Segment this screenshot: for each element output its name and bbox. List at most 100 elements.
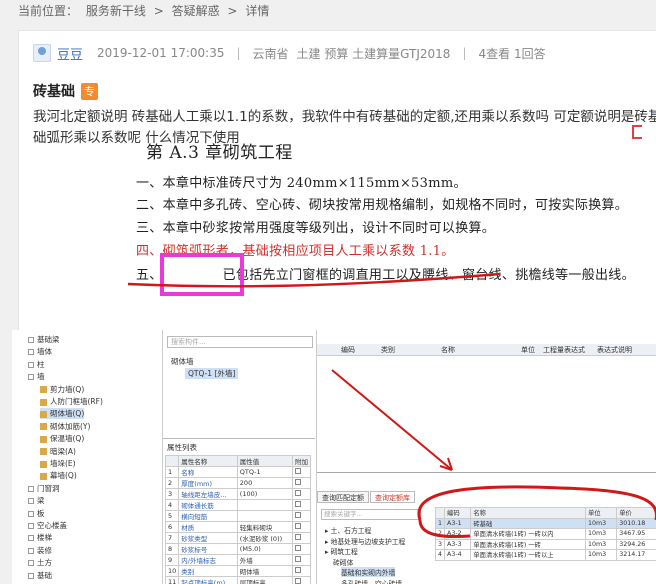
checkbox[interactable] [295, 578, 301, 584]
avatar[interactable] [33, 44, 51, 62]
property-value[interactable]: (水泥砂浆 (0)) [236, 532, 294, 544]
checkbox[interactable] [295, 468, 301, 474]
username-link[interactable]: 豆豆 [57, 44, 83, 63]
property-row[interactable]: 6 材质 轻集料砌块 [164, 521, 311, 533]
quota-row[interactable]: 4 A3-4 单面清水砖墙(1砖) 一砖以上 10m3 3214.17 [434, 549, 656, 561]
property-extra[interactable] [292, 477, 311, 489]
checkbox[interactable] [295, 523, 301, 529]
tree-item[interactable]: 人防门框墙(RF) [40, 396, 103, 407]
tree-item[interactable]: 砌体墙(Q) [40, 408, 85, 420]
tree-item[interactable]: 土方 [28, 557, 52, 568]
checkbox[interactable] [295, 512, 301, 518]
tree-item[interactable]: 墙体 [28, 346, 52, 357]
property-value[interactable]: 层顶标高 [236, 576, 294, 584]
row-index: 4 [164, 499, 180, 511]
quota-tree-item[interactable]: ▸ 砌筑工程 [325, 546, 358, 556]
property-row[interactable]: 3 轴线距左墙皮... (100) [164, 488, 311, 500]
property-row[interactable]: 7 砂浆类型 (水泥砂浆 (0)) [164, 532, 311, 544]
quota-row[interactable]: 2 A3-2 单面清水砖墙(1砖) 一砖以内 10m3 3467.95 [434, 528, 656, 540]
component-item[interactable]: QTQ-1 [外墙] [185, 368, 239, 379]
tree-item[interactable]: 暗梁(A) [40, 446, 76, 457]
tree-item[interactable]: 剪力墙(Q) [40, 384, 84, 395]
tree-item[interactable]: 空心楼盖 [28, 520, 67, 531]
region-label: 云南省 [252, 46, 289, 61]
tree-item[interactable]: 梁 [28, 495, 45, 506]
component-search-input[interactable]: 搜索构件... [167, 336, 313, 348]
checkbox[interactable] [295, 501, 301, 507]
tree-item[interactable]: 基础梁 [28, 334, 60, 345]
property-extra[interactable] [292, 565, 311, 577]
property-extra[interactable] [292, 488, 311, 500]
tree-item-label: 剪力墙(Q) [50, 384, 85, 394]
breadcrumb-item-detail: 详情 [245, 4, 270, 18]
tree-item[interactable]: 基础 [28, 570, 52, 581]
tree-item[interactable]: 墙 [28, 371, 45, 382]
property-value[interactable]: 200 [236, 477, 294, 489]
property-value[interactable]: (M5.0) [236, 543, 294, 555]
breadcrumb-item-qa[interactable]: 答疑解惑 [172, 4, 220, 18]
property-extra[interactable] [292, 554, 311, 566]
property-value[interactable]: 砌体墙 [236, 565, 294, 577]
property-extra[interactable] [292, 466, 311, 478]
tree-item-label: 梁 [37, 496, 45, 506]
user-icon [38, 47, 46, 55]
property-row[interactable]: 11 起点顶标高(m) 层顶标高 [164, 576, 311, 584]
tree-item[interactable]: 门窗洞 [28, 483, 60, 494]
tree-item[interactable]: 板 [28, 508, 45, 519]
property-row[interactable]: 9 内/外墙标志 外墙 [164, 554, 311, 566]
checkbox[interactable] [295, 556, 301, 562]
property-extra[interactable] [292, 576, 311, 584]
tree-item[interactable]: 楼梯 [28, 532, 52, 543]
quota-tree-item[interactable]: 多孔砖墙、空心砖墙 [341, 578, 402, 584]
property-extra[interactable] [292, 532, 311, 544]
quota-tree-item[interactable]: 砖砌体 [333, 557, 353, 567]
property-row[interactable]: 8 砂浆标号 (M5.0) [164, 543, 311, 555]
view-answer-stats: 4查看 1回答 [478, 46, 546, 61]
row-index: 6 [164, 521, 180, 533]
breadcrumb-item-service[interactable]: 服务新干线 [86, 4, 146, 18]
quota-row[interactable]: 1 A3-1 砖基础 10m3 3010.18 [434, 517, 656, 529]
property-name: 砌体通长筋 [178, 499, 238, 511]
property-row[interactable]: 10 类别 砌体墙 [164, 565, 311, 577]
tab-quota-library[interactable]: 查询定额库 [370, 491, 415, 503]
property-row[interactable]: 2 厚度(mm) 200 [164, 477, 311, 489]
property-extra[interactable] [292, 499, 311, 511]
property-value[interactable]: 外墙 [236, 554, 294, 566]
checkbox[interactable] [295, 534, 301, 540]
prop-col-name: 属性名称 [178, 455, 238, 467]
property-table: 属性名称 属性值 附加 1 名称 QTQ-1 2 厚度(mm) 200 3 轴线距左墙皮...… [164, 455, 311, 584]
tree-item[interactable]: 柱 [28, 359, 45, 370]
property-row[interactable]: 1 名称 QTQ-1 [164, 466, 311, 478]
property-value[interactable] [236, 510, 294, 522]
tree-item[interactable]: 砌体加筋(Y) [40, 421, 90, 432]
tree-item[interactable]: 墙垛(E) [40, 458, 76, 469]
checkbox[interactable] [295, 545, 301, 551]
tree-item-label: 柱 [37, 359, 45, 369]
checkbox[interactable] [295, 567, 301, 573]
tree-item[interactable]: 幕墙(Q) [40, 470, 77, 481]
property-extra[interactable] [292, 521, 311, 533]
quota-code: A3-4 [444, 549, 472, 561]
breadcrumb: 当前位置： 服务新干线 > 答疑解惑 > 详情 [18, 2, 273, 20]
checkbox[interactable] [295, 490, 301, 496]
page: 当前位置： 服务新干线 > 答疑解惑 > 详情 豆豆 2019-12-01 17… [0, 0, 656, 584]
tab-match-quota[interactable]: 查询匹配定额 [317, 491, 369, 503]
quota-row[interactable]: 3 A3-3 单面清水砖墙(1砖) 一砖 10m3 3294.26 [434, 538, 656, 550]
property-value[interactable]: QTQ-1 [236, 466, 294, 478]
property-extra[interactable] [292, 510, 311, 522]
property-extra[interactable] [292, 543, 311, 555]
property-value[interactable]: 轻集料砌块 [236, 521, 294, 533]
quota-name: 单面清水砖墙(1砖) 一砖以上 [470, 549, 587, 561]
property-value[interactable]: (100) [236, 488, 294, 500]
tree-item[interactable]: 保温墙(Q) [40, 433, 84, 444]
quota-tree-item[interactable]: ▸ 地基处理与边坡支护工程 [325, 536, 405, 546]
checkbox[interactable] [295, 479, 301, 485]
property-row[interactable]: 4 砌体通长筋 [164, 499, 311, 511]
quota-tree-item[interactable]: 基础和实砌内外墙 [341, 567, 396, 577]
component-group[interactable]: 砌体墙 [171, 356, 194, 367]
quota-tree-item[interactable]: ▸ 土、石方工程 [325, 525, 371, 535]
quota-search-input[interactable]: 搜索关键字... [321, 509, 421, 520]
property-value[interactable] [236, 499, 294, 511]
property-row[interactable]: 5 横向短筋 [164, 510, 311, 522]
tree-item[interactable]: 装修 [28, 545, 52, 556]
